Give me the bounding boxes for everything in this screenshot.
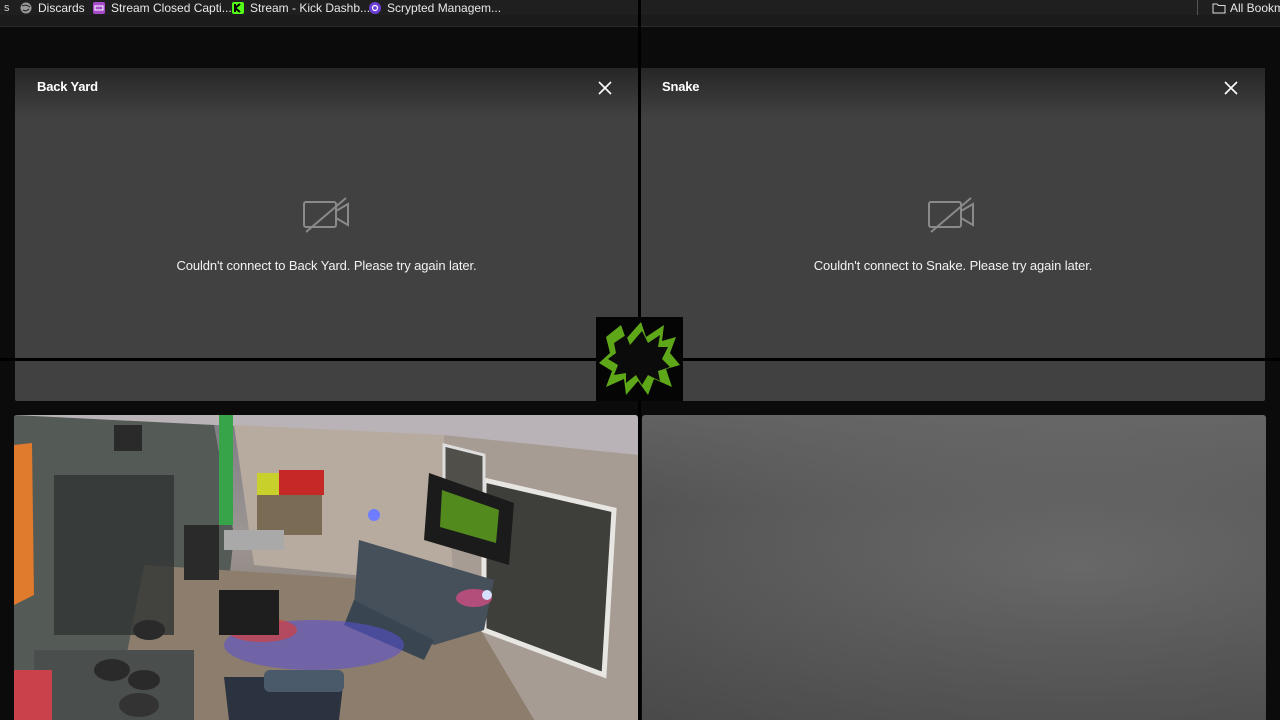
scrypted-icon (369, 1, 381, 14)
bookmark-label: Scrypted Managem... (387, 0, 502, 15)
all-bookmarks-button[interactable]: All Bookm (1212, 0, 1280, 15)
connection-error-message: Couldn't connect to Snake. Please try ag… (813, 258, 1093, 273)
connection-error-message: Couldn't connect to Back Yard. Please tr… (176, 258, 477, 273)
bookmark-label: Stream Closed Capti... (111, 0, 232, 15)
snake-camera-panel: Snake Couldn't connect to Snake. Please … (641, 68, 1265, 401)
globe-icon (20, 2, 32, 14)
captions-icon (93, 1, 105, 14)
kick-icon (232, 1, 244, 14)
close-icon (597, 81, 613, 100)
back-yard-camera-panel: Back Yard Couldn't connect to Back Yard.… (15, 68, 638, 401)
folder-icon (1212, 2, 1226, 14)
living-room-camera-feed[interactable] (14, 415, 638, 720)
bookmark-overflow[interactable]: s (4, 0, 10, 15)
bookmarks-divider (1197, 0, 1198, 15)
madtv-logo (596, 317, 683, 401)
bookmark-scrypted[interactable]: Scrypted Managem... (369, 0, 501, 15)
bookmark-label: Discards (38, 0, 85, 15)
panel-title: Back Yard (37, 79, 98, 94)
bookmark-stream-captions[interactable]: Stream Closed Capti... (93, 0, 232, 15)
close-icon (1223, 81, 1239, 100)
bookmark-discards[interactable]: Discards (20, 0, 85, 15)
all-bookmarks-label: All Bookm (1230, 0, 1280, 15)
camera-feed[interactable] (642, 415, 1266, 720)
camera-off-icon (927, 195, 977, 235)
bookmark-label: Stream - Kick Dashb... (250, 0, 371, 15)
close-button[interactable] (1223, 80, 1239, 96)
camera-off-icon (302, 195, 352, 235)
close-button[interactable] (597, 80, 613, 96)
panel-title: Snake (662, 79, 700, 94)
bookmark-kick-dashboard[interactable]: Stream - Kick Dashb... (232, 0, 370, 15)
